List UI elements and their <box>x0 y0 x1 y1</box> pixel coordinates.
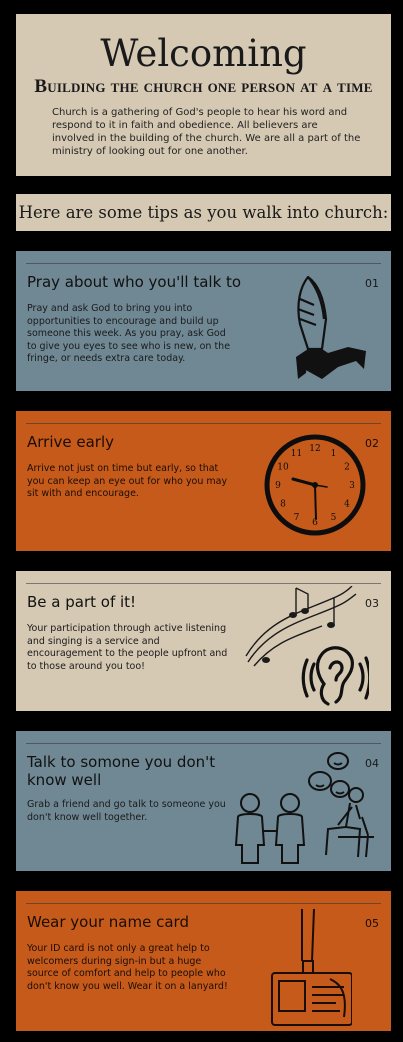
clock-icon: 12 12 3 45 6 78 9 1011 <box>264 434 366 536</box>
intro-text: Church is a gathering of God's people to… <box>52 107 361 157</box>
ear-music-icon <box>245 586 369 706</box>
clock-numeral: 2 <box>344 463 350 473</box>
tip-title: Pray about who you'll talk to <box>27 273 242 291</box>
tip-card-pray: Pray about who you'll talk to 01 Pray an… <box>16 251 391 391</box>
tip-number: 05 <box>365 917 379 930</box>
tip-title: Be a part of it! <box>27 593 137 611</box>
divider <box>26 583 381 584</box>
tip-body: Grab a friend and go talk to someone you… <box>27 799 226 823</box>
tip-body: Your participation through active listen… <box>27 623 228 672</box>
tip-card-name-card: Wear your name card 05 Your ID card is n… <box>16 891 391 1031</box>
clock-numeral: 3 <box>349 481 355 491</box>
tip-title: Wear your name card <box>27 913 189 931</box>
divider <box>26 263 381 264</box>
tip-body: Your ID card is not only a great help to… <box>27 943 228 992</box>
divider <box>26 423 381 424</box>
tip-card-participate: Be a part of it! 03 Your participation t… <box>16 571 391 711</box>
clock-numeral: 12 <box>309 444 320 454</box>
people-talking-icon <box>234 752 374 864</box>
tip-card-arrive-early: Arrive early 02 Arrive not just on time … <box>16 411 391 551</box>
page-subtitle: Building the church one person at a time <box>34 76 373 97</box>
tips-heading: Here are some tips as you walk into chur… <box>16 194 391 231</box>
tip-title: Arrive early <box>27 433 115 451</box>
clock-numeral: 1 <box>331 449 337 459</box>
clock-numeral: 5 <box>331 513 337 523</box>
clock-numeral: 9 <box>275 481 281 491</box>
tip-body: Arrive not just on time but early, so th… <box>27 463 228 499</box>
tip-body: Pray and ask God to bring you into oppor… <box>27 303 231 364</box>
clock-numeral: 6 <box>312 518 318 528</box>
clock-numeral: 10 <box>277 463 289 473</box>
hero-panel: Welcoming Building the church one person… <box>16 14 391 176</box>
id-card-lanyard-icon <box>271 909 352 1026</box>
clock-numeral: 7 <box>294 513 300 523</box>
page-title: Welcoming <box>100 32 307 75</box>
tip-title: Talk to somone you don't know well <box>27 753 216 789</box>
clock-numeral: 4 <box>344 500 350 510</box>
divider <box>26 743 381 744</box>
tip-card-talk: Talk to somone you don't know well 04 Gr… <box>16 731 391 871</box>
divider <box>26 903 381 904</box>
tip-number: 02 <box>365 437 379 450</box>
clock-numeral: 8 <box>280 500 286 510</box>
clock-numeral: 11 <box>291 449 302 459</box>
praying-hands-icon <box>296 275 366 379</box>
